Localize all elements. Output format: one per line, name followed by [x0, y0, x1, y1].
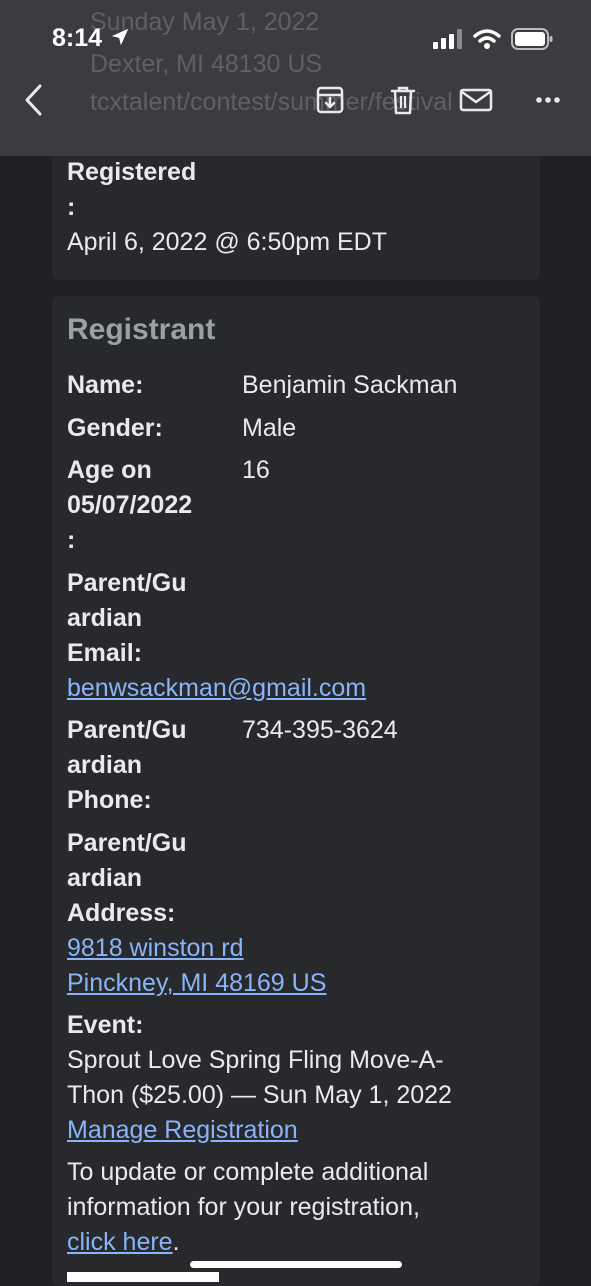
event-line: Sprout Love Spring Fling Move-A- — [67, 1046, 444, 1074]
email-label-line: Parent/Gu — [67, 569, 187, 597]
battery-icon — [511, 28, 553, 50]
registrant-heading: Registrant — [67, 313, 216, 346]
age-label-line: Age on — [67, 456, 152, 484]
click-here-line: click here. — [67, 1225, 180, 1260]
email-label-line: Email: — [67, 639, 143, 667]
ghost-text-line: Dexter, MI 48130 US — [90, 50, 323, 78]
email-label-line: ardian — [67, 604, 143, 632]
update-info-line: information for your registration, — [67, 1193, 420, 1221]
registered-colon: : — [67, 193, 76, 221]
phone-label-line: ardian — [67, 751, 143, 779]
phone-value: 734-395-3624 — [242, 716, 398, 744]
event-label: Event: — [67, 1011, 144, 1039]
chevron-left-icon[interactable] — [16, 82, 52, 118]
gender-value: Male — [242, 414, 297, 442]
registered-label: Registered — [67, 158, 197, 186]
age-label-line: : — [67, 526, 76, 554]
signal-icon — [433, 29, 462, 49]
address-label-line: Parent/Gu — [67, 829, 187, 857]
wifi-icon — [473, 29, 501, 49]
email-link[interactable]: benwsackman@gmail.com — [67, 671, 366, 706]
archive-icon[interactable] — [312, 82, 348, 118]
age-value: 16 — [242, 456, 270, 484]
manage-registration-link[interactable]: Manage Registration — [67, 1113, 298, 1148]
location-arrow-icon — [111, 28, 129, 46]
mail-icon[interactable] — [458, 82, 494, 118]
more-horizontal-icon[interactable] — [530, 82, 566, 118]
name-value: Benjamin Sackman — [242, 371, 458, 399]
click-here-link[interactable]: click here — [67, 1228, 173, 1256]
phone-label-line: Parent/Gu — [67, 716, 187, 744]
home-indicator[interactable] — [190, 1261, 402, 1268]
status-time-text: 8:14 — [52, 24, 103, 52]
address-label-line: Address: — [67, 899, 176, 927]
bottom-button-edge — [67, 1272, 219, 1282]
name-label: Name: — [67, 371, 144, 399]
registered-date: April 6, 2022 @ 6:50pm EDT — [67, 228, 387, 256]
address-link-line1[interactable]: 9818 winston rd — [67, 931, 244, 966]
gender-label: Gender: — [67, 414, 163, 442]
status-indicators — [433, 28, 553, 50]
event-line: Thon ($25.00) — Sun May 1, 2022 — [67, 1081, 452, 1109]
address-link-line2[interactable]: Pinckney, MI 48169 US — [67, 966, 326, 1001]
address-label-line: ardian — [67, 864, 143, 892]
update-info-line: To update or complete additional — [67, 1158, 429, 1186]
phone-label-line: Phone: — [67, 786, 152, 814]
age-label-line: 05/07/2022 — [67, 491, 193, 519]
trash-icon[interactable] — [385, 82, 421, 118]
period-text: . — [172, 1228, 180, 1256]
status-time: 8:14 — [52, 24, 131, 53]
